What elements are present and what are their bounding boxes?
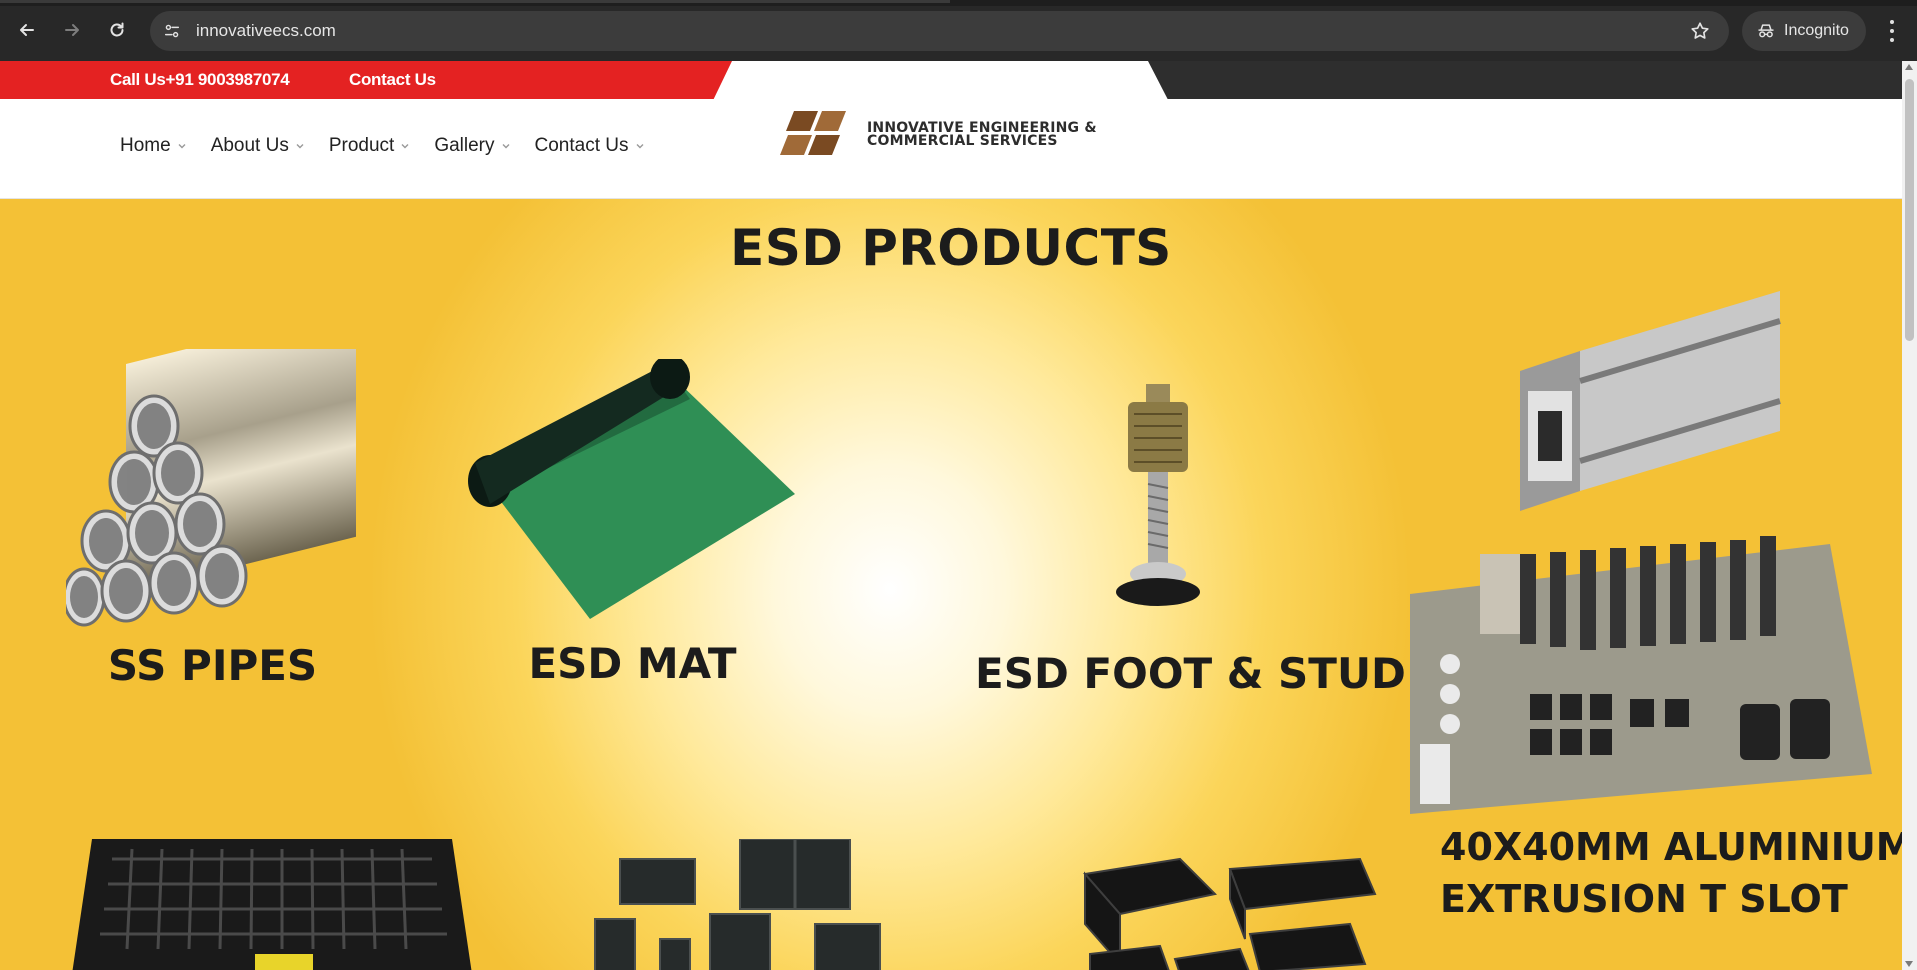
top-contact-link[interactable]: Contact Us [349,70,436,90]
scroll-up-arrow-icon[interactable] [1905,64,1913,70]
chevron-down-icon [178,144,186,149]
company-logo[interactable]: INNOVATIVE ENGINEERING & COMMERCIAL SERV… [780,107,1125,165]
back-arrow-icon [20,24,34,36]
forward-button[interactable] [56,14,88,46]
site-info-icon[interactable] [160,19,184,43]
esd-bins-image[interactable] [590,839,890,970]
extrusion-accessories-board-image[interactable] [1410,524,1872,814]
steel-pipes-image[interactable] [66,349,361,644]
esd-grid-tray-image[interactable] [72,839,472,970]
back-button[interactable] [11,14,43,46]
page-viewport: Call Us+91 9003987074 Contact Us Home Ab… [0,61,1917,970]
caption-line-2: EXTRUSION T SLOT [1440,877,1848,921]
product-caption-ss-pipes[interactable]: SS PIPES [100,641,325,690]
scroll-down-arrow-icon[interactable] [1905,961,1913,967]
esd-boxes-image[interactable] [1080,854,1380,970]
nav-item-label: Product [328,135,395,156]
logo-mark-icon [780,111,846,155]
caption-line-1: 40X40MM ALUMINIUM [1440,825,1914,869]
contact-strip-dark [1148,61,1902,99]
scrollbar-thumb[interactable] [1905,79,1914,341]
nav-item-label: About Us [210,135,289,156]
product-caption-esd-mat[interactable]: ESD MAT [520,639,745,688]
nav-item-gallery[interactable]: Gallery [434,135,510,157]
incognito-label: Incognito [1784,22,1849,39]
product-caption-aluminium-extrusion[interactable]: 40X40MM ALUMINIUM EXTRUSION T SLOT [1440,821,1914,925]
product-caption-esd-foot-stud[interactable]: ESD FOOT & STUD [975,649,1406,698]
aluminium-extrusion-image[interactable] [1520,291,1782,516]
forward-arrow-icon [65,24,79,36]
chevron-down-icon [502,144,510,149]
esd-mat-roll-image[interactable] [460,359,800,624]
reload-button[interactable] [101,14,133,46]
logo-line-2: COMMERCIAL SERVICES [867,133,1058,149]
nav-item-label: Home [120,135,171,156]
main-nav: Home About Us Product Gallery Contact Us [120,135,669,157]
nav-item-about[interactable]: About Us [211,135,305,157]
incognito-indicator[interactable]: Incognito [1742,11,1866,51]
call-us-text[interactable]: Call Us+91 9003987074 [110,70,290,90]
section-title: ESD PRODUCTS [730,219,1172,277]
esd-foot-stud-image[interactable] [1110,384,1210,609]
incognito-icon [1758,24,1774,38]
nav-item-label: Gallery [434,135,495,156]
chevron-down-icon [296,144,304,149]
address-bar[interactable]: innovativeecs.com [150,11,1729,51]
browser-toolbar: innovativeecs.com Incognito [0,0,1917,61]
nav-item-label: Contact Us [534,135,629,156]
top-contact-strip: Call Us+91 9003987074 Contact Us [0,61,1902,99]
reload-icon [110,22,124,37]
site-header: Home About Us Product Gallery Contact Us [0,99,1902,199]
chevron-down-icon [636,144,643,149]
nav-item-contact[interactable]: Contact Us [535,135,645,157]
bookmark-star-icon[interactable] [1689,20,1711,42]
nav-item-home[interactable]: Home [120,135,187,157]
nav-item-product[interactable]: Product [329,135,410,157]
url-text[interactable]: innovativeecs.com [196,21,336,41]
browser-menu-icon[interactable] [1884,18,1900,44]
active-tab[interactable] [0,0,950,3]
chevron-down-icon [401,144,409,149]
logo-text: INNOVATIVE ENGINEERING & COMMERCIAL SERV… [867,121,1097,149]
tab-strip [0,0,1917,6]
esd-products-section: ESD PRODUCTS SS PIPES ESD MAT ESD FOOT &… [0,199,1914,970]
page-scrollbar[interactable] [1902,61,1917,970]
